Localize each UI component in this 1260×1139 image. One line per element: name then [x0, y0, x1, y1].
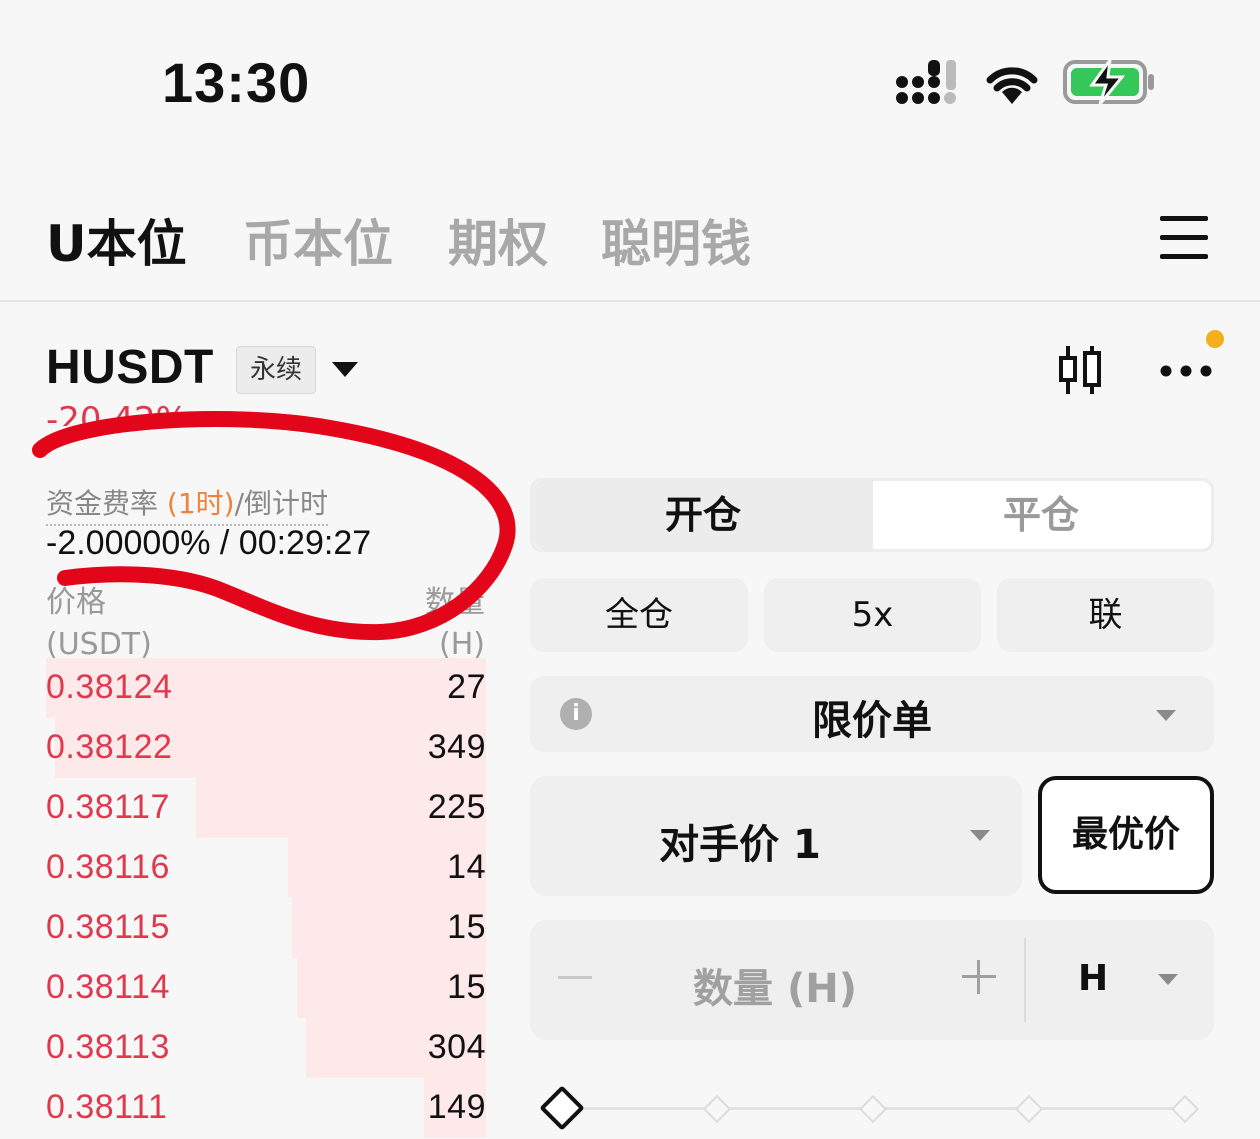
more-options-icon[interactable] [1160, 364, 1212, 378]
slider-knob[interactable] [539, 1085, 585, 1131]
ask-row[interactable]: 0.38117 225 [46, 778, 486, 838]
slider-step-75[interactable] [1014, 1094, 1044, 1124]
close-position-tab[interactable]: 平仓 [871, 481, 1211, 549]
ask-row[interactable]: 0.38122 349 [46, 718, 486, 778]
wifi-icon [986, 67, 1038, 104]
ask-price: 0.38124 [46, 668, 173, 706]
open-position-tab[interactable]: 开仓 [533, 481, 873, 549]
price-header-label: 价格 [46, 585, 106, 620]
ask-price: 0.38113 [46, 1028, 170, 1066]
perpetual-badge: 永续 [236, 346, 316, 394]
notification-dot [1206, 330, 1224, 348]
order-type-select[interactable]: i 限价单 [530, 676, 1214, 752]
countdown-title: /倒计时 [234, 487, 329, 520]
ask-quantity: 27 [447, 668, 486, 706]
order-type-label: 限价单 [812, 698, 932, 744]
tab-smart-money[interactable]: 聪明钱 [601, 204, 751, 276]
ask-row[interactable]: 0.38111 149 [46, 1078, 486, 1138]
price-mode-caret-icon [970, 830, 990, 841]
orderbook-price-header: 价格 (USDT) [46, 582, 152, 666]
price-mode-label: 对手价 1 [659, 822, 821, 868]
menu-icon[interactable] [1160, 216, 1208, 260]
quantity-unit-select[interactable]: H [1078, 958, 1108, 999]
battery-charging-icon [1063, 58, 1154, 105]
slider-step-50[interactable] [858, 1094, 888, 1124]
symbol-dropdown-icon[interactable] [332, 362, 358, 377]
ask-quantity: 225 [427, 788, 486, 826]
quantity-input[interactable]: 数量 (H) H [530, 920, 1214, 1040]
open-close-toggle: 开仓 平仓 [530, 478, 1214, 552]
margin-mode-button[interactable]: 全仓 [530, 578, 748, 652]
funding-rate-title: 资金费率 [46, 487, 167, 520]
quantity-placeholder: 数量 (H) [693, 966, 857, 1012]
funding-period: (1时) [166, 487, 235, 520]
contract-symbol[interactable]: HUSDT [46, 340, 214, 395]
price-mode-select[interactable]: 对手价 1 [530, 776, 1022, 896]
ask-row[interactable]: 0.38113 304 [46, 1018, 486, 1078]
quantity-increment-icon[interactable] [962, 960, 996, 994]
slider-step-100[interactable] [1170, 1094, 1200, 1124]
quantity-slider[interactable] [539, 1085, 1210, 1132]
quantity-divider [1024, 938, 1026, 1022]
candlestick-chart-icon[interactable] [1056, 344, 1104, 396]
tab-options[interactable]: 期权 [448, 204, 548, 276]
funding-rate-label[interactable]: 资金费率 (1时)/倒计时 [46, 482, 329, 526]
order-type-caret-icon [1156, 710, 1176, 721]
ask-quantity: 14 [447, 848, 486, 886]
ask-quantity: 304 [427, 1028, 486, 1066]
unit-caret-icon [1158, 974, 1178, 985]
ask-price: 0.38114 [46, 968, 170, 1006]
position-mode-button[interactable]: 联 [997, 578, 1214, 652]
ask-quantity: 349 [427, 728, 486, 766]
status-time: 13:30 [162, 51, 311, 114]
price-change: -20.42% [46, 400, 188, 426]
ask-quantity: 15 [447, 968, 486, 1006]
ask-quantity: 149 [427, 1088, 486, 1126]
leverage-button[interactable]: 5x [764, 578, 981, 652]
qty-header-label: 数量 [425, 585, 485, 620]
quantity-decrement-icon[interactable] [558, 976, 592, 979]
tab-coin-margined[interactable]: 币本位 [243, 204, 393, 276]
ask-price: 0.38116 [46, 848, 170, 886]
ask-price: 0.38122 [46, 728, 173, 766]
ask-quantity: 15 [447, 908, 486, 946]
signal-icon [896, 60, 956, 104]
ask-row[interactable]: 0.38114 15 [46, 958, 486, 1018]
ask-row[interactable]: 0.38124 27 [46, 658, 486, 718]
slider-step-25[interactable] [702, 1094, 732, 1124]
ask-price: 0.38117 [46, 788, 170, 826]
market-tabs: U本位 币本位 期权 聪明钱 [0, 190, 1260, 302]
best-price-button[interactable]: 最优价 [1038, 776, 1214, 894]
ask-row[interactable]: 0.38116 14 [46, 838, 486, 898]
orderbook-qty-header: 数量 (H) [425, 582, 485, 666]
ask-row[interactable]: 0.38115 15 [46, 898, 486, 958]
funding-rate-value: -2.00000% / 00:29:27 [46, 524, 372, 562]
tab-u-margined[interactable]: U本位 [46, 204, 187, 276]
ask-price: 0.38111 [46, 1088, 168, 1126]
status-bar: 13:30 [0, 0, 1260, 170]
ask-price: 0.38115 [46, 908, 170, 946]
